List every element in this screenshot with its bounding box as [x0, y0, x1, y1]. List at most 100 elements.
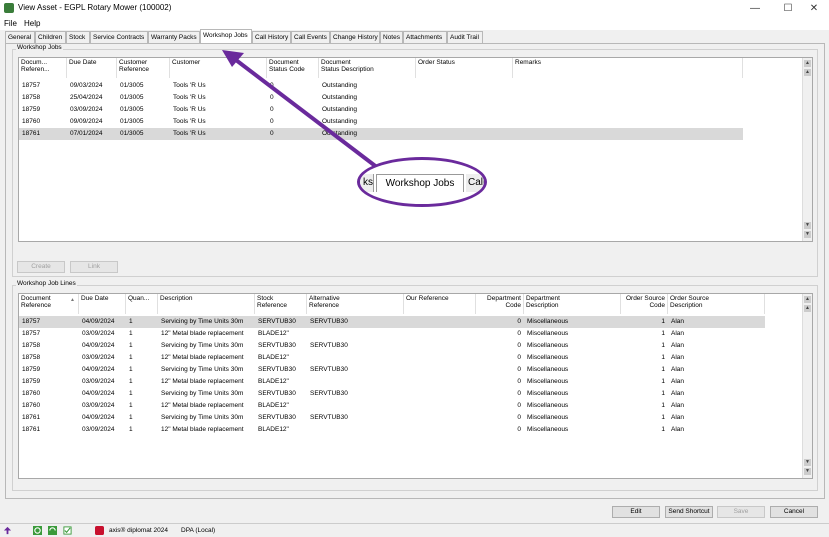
cancel-button[interactable]: Cancel: [770, 506, 818, 518]
send-shortcut-button[interactable]: Send Shortcut: [665, 506, 713, 518]
tab-audit-trail[interactable]: Audit Trail: [447, 31, 483, 43]
table-row[interactable]: 18760 03/09/2024 1 12" Metal blade replacem…: [19, 400, 765, 412]
table-row[interactable]: 18759 04/09/2024 1 Servicing by Time Units …: [19, 364, 765, 376]
column-header[interactable]: Order Source Description: [668, 294, 765, 314]
column-header[interactable]: Due Date: [67, 58, 117, 78]
table-cell: 01/3005: [120, 130, 144, 137]
table-row[interactable]: 18758 03/09/2024 1 12" Metal blade replacem…: [19, 352, 765, 364]
table-cell: 1: [661, 330, 665, 337]
tab-call-history[interactable]: Call History: [252, 31, 291, 43]
minimize-button[interactable]: —: [740, 1, 770, 16]
tab-children[interactable]: Children: [35, 31, 66, 43]
column-header[interactable]: Customer Reference: [117, 58, 170, 78]
tab-notes[interactable]: Notes: [380, 31, 403, 43]
column-header[interactable]: Quan...: [126, 294, 158, 314]
vertical-scrollbar[interactable]: ▲ ▲ ▼ ▼: [802, 294, 812, 478]
table-row[interactable]: 18759 03/09/2024 1 12" Metal blade replacem…: [19, 376, 765, 388]
workshop-jobs-grid[interactable]: Docum... Referen... Due Date Customer Refere…: [18, 57, 813, 242]
column-header[interactable]: Docum... Referen...: [19, 58, 67, 78]
scroll-up-icon[interactable]: ▲: [804, 296, 811, 303]
table-row[interactable]: 18760 04/09/2024 1 Servicing by Time Units …: [19, 388, 765, 400]
sync-icon[interactable]: [48, 526, 57, 535]
vertical-scrollbar[interactable]: ▲ ▲ ▼ ▼: [802, 58, 812, 241]
table-cell: 18759: [22, 106, 41, 113]
table-cell: 0: [517, 330, 521, 337]
table-cell: 18760: [22, 390, 41, 397]
menu-help[interactable]: Help: [24, 19, 40, 28]
job-lines-grid[interactable]: Document Reference ▲ Due Date Quan... Descrip…: [18, 293, 813, 479]
tab-service-contracts[interactable]: Service Contracts: [90, 31, 148, 43]
table-row[interactable]: 18760 09/09/2024 01/3005 Tools 'R Us 0 Outsta…: [19, 116, 743, 128]
table-cell: 04/09/2024: [82, 342, 115, 349]
tab-warranty-packs[interactable]: Warranty Packs: [148, 31, 200, 43]
scroll-down-icon[interactable]: ▼: [804, 459, 811, 466]
checklist-icon[interactable]: [63, 526, 72, 535]
table-cell: SERVTUB30: [310, 366, 348, 373]
table-row[interactable]: 18757 09/03/2024 01/3005 Tools 'R Us 0 Outsta…: [19, 80, 743, 92]
column-header[interactable]: Customer: [170, 58, 267, 78]
arrow-up-icon[interactable]: [3, 526, 12, 535]
table-cell: 07/01/2024: [70, 130, 103, 137]
table-cell: 12" Metal blade replacement: [161, 330, 244, 337]
table-cell: Servicing by Time Units 30m: [161, 342, 244, 349]
table-row[interactable]: 18757 04/09/2024 1 Servicing by Time Units …: [19, 316, 765, 328]
close-button[interactable]: ✕: [799, 1, 829, 16]
table-row[interactable]: 18758 25/04/2024 01/3005 Tools 'R Us 0 Outsta…: [19, 92, 743, 104]
table-cell: Miscellaneous: [527, 426, 569, 433]
column-header[interactable]: Document Status Description: [319, 58, 416, 78]
table-row[interactable]: 18761 04/09/2024 1 Servicing by Time Units …: [19, 412, 765, 424]
column-header[interactable]: Order Status: [416, 58, 513, 78]
link-button[interactable]: Link: [70, 261, 118, 273]
column-header[interactable]: Document Reference ▲: [19, 294, 79, 314]
table-row[interactable]: 18759 03/09/2024 01/3005 Tools 'R Us 0 Outsta…: [19, 104, 743, 116]
table-cell: 18761: [22, 426, 41, 433]
refresh-icon[interactable]: [33, 526, 42, 535]
tab-attachments[interactable]: Attachments: [403, 31, 447, 43]
table-cell: Miscellaneous: [527, 378, 569, 385]
column-header[interactable]: Stock Reference: [255, 294, 307, 314]
table-cell: Alan: [671, 402, 685, 409]
column-header[interactable]: Description: [158, 294, 255, 314]
table-cell: SERVTUB30: [310, 342, 348, 349]
column-header[interactable]: Department Code: [476, 294, 524, 314]
table-cell: [419, 92, 510, 104]
tab-general[interactable]: General: [5, 31, 35, 43]
scroll-up-icon[interactable]: ▲: [804, 69, 811, 76]
tab-stock[interactable]: Stock: [66, 31, 90, 43]
column-header[interactable]: Our Reference: [404, 294, 476, 314]
table-cell: Alan: [671, 330, 685, 337]
table-cell: 03/09/2024: [70, 106, 103, 113]
column-header[interactable]: Department Description: [524, 294, 621, 314]
table-cell: 03/09/2024: [82, 330, 115, 337]
scroll-down-icon[interactable]: ▼: [804, 231, 811, 238]
tab-workshop-jobs[interactable]: Workshop Jobs: [200, 29, 252, 43]
column-header[interactable]: Remarks: [513, 58, 743, 78]
create-button[interactable]: Create: [17, 261, 65, 273]
scroll-down-icon[interactable]: ▼: [804, 222, 811, 229]
table-cell: 0: [517, 342, 521, 349]
column-header[interactable]: Document Status Code: [267, 58, 319, 78]
save-button[interactable]: Save: [717, 506, 765, 518]
callout-right-tab: Call: [466, 174, 484, 192]
column-header[interactable]: Due Date: [79, 294, 126, 314]
column-header[interactable]: Order Source Code: [621, 294, 668, 314]
table-cell: 0: [270, 106, 274, 113]
table-row[interactable]: 18757 03/09/2024 1 12" Metal blade replacem…: [19, 328, 765, 340]
table-cell: Tools 'R Us: [173, 106, 206, 113]
table-row[interactable]: 18761 03/09/2024 1 12" Metal blade replacem…: [19, 424, 765, 436]
table-row[interactable]: 18761 07/01/2024 01/3005 Tools 'R Us 0 Outsta…: [19, 128, 743, 140]
menu-file[interactable]: File: [4, 19, 17, 28]
table-cell: [516, 116, 740, 128]
tab-call-events[interactable]: Call Events: [291, 31, 330, 43]
table-cell: SERVTUB30: [258, 342, 296, 349]
window-title: View Asset - EGPL Rotary Mower (100002): [18, 3, 172, 12]
table-row[interactable]: 18758 04/09/2024 1 Servicing by Time Units …: [19, 340, 765, 352]
table-cell: [516, 128, 740, 140]
column-header[interactable]: Alternative Reference: [307, 294, 404, 314]
scroll-down-icon[interactable]: ▼: [804, 468, 811, 475]
scroll-up-icon[interactable]: ▲: [804, 60, 811, 67]
table-cell: Miscellaneous: [527, 342, 569, 349]
edit-button[interactable]: Edit: [612, 506, 660, 518]
tab-change-history[interactable]: Change History: [330, 31, 380, 43]
scroll-up-icon[interactable]: ▲: [804, 305, 811, 312]
